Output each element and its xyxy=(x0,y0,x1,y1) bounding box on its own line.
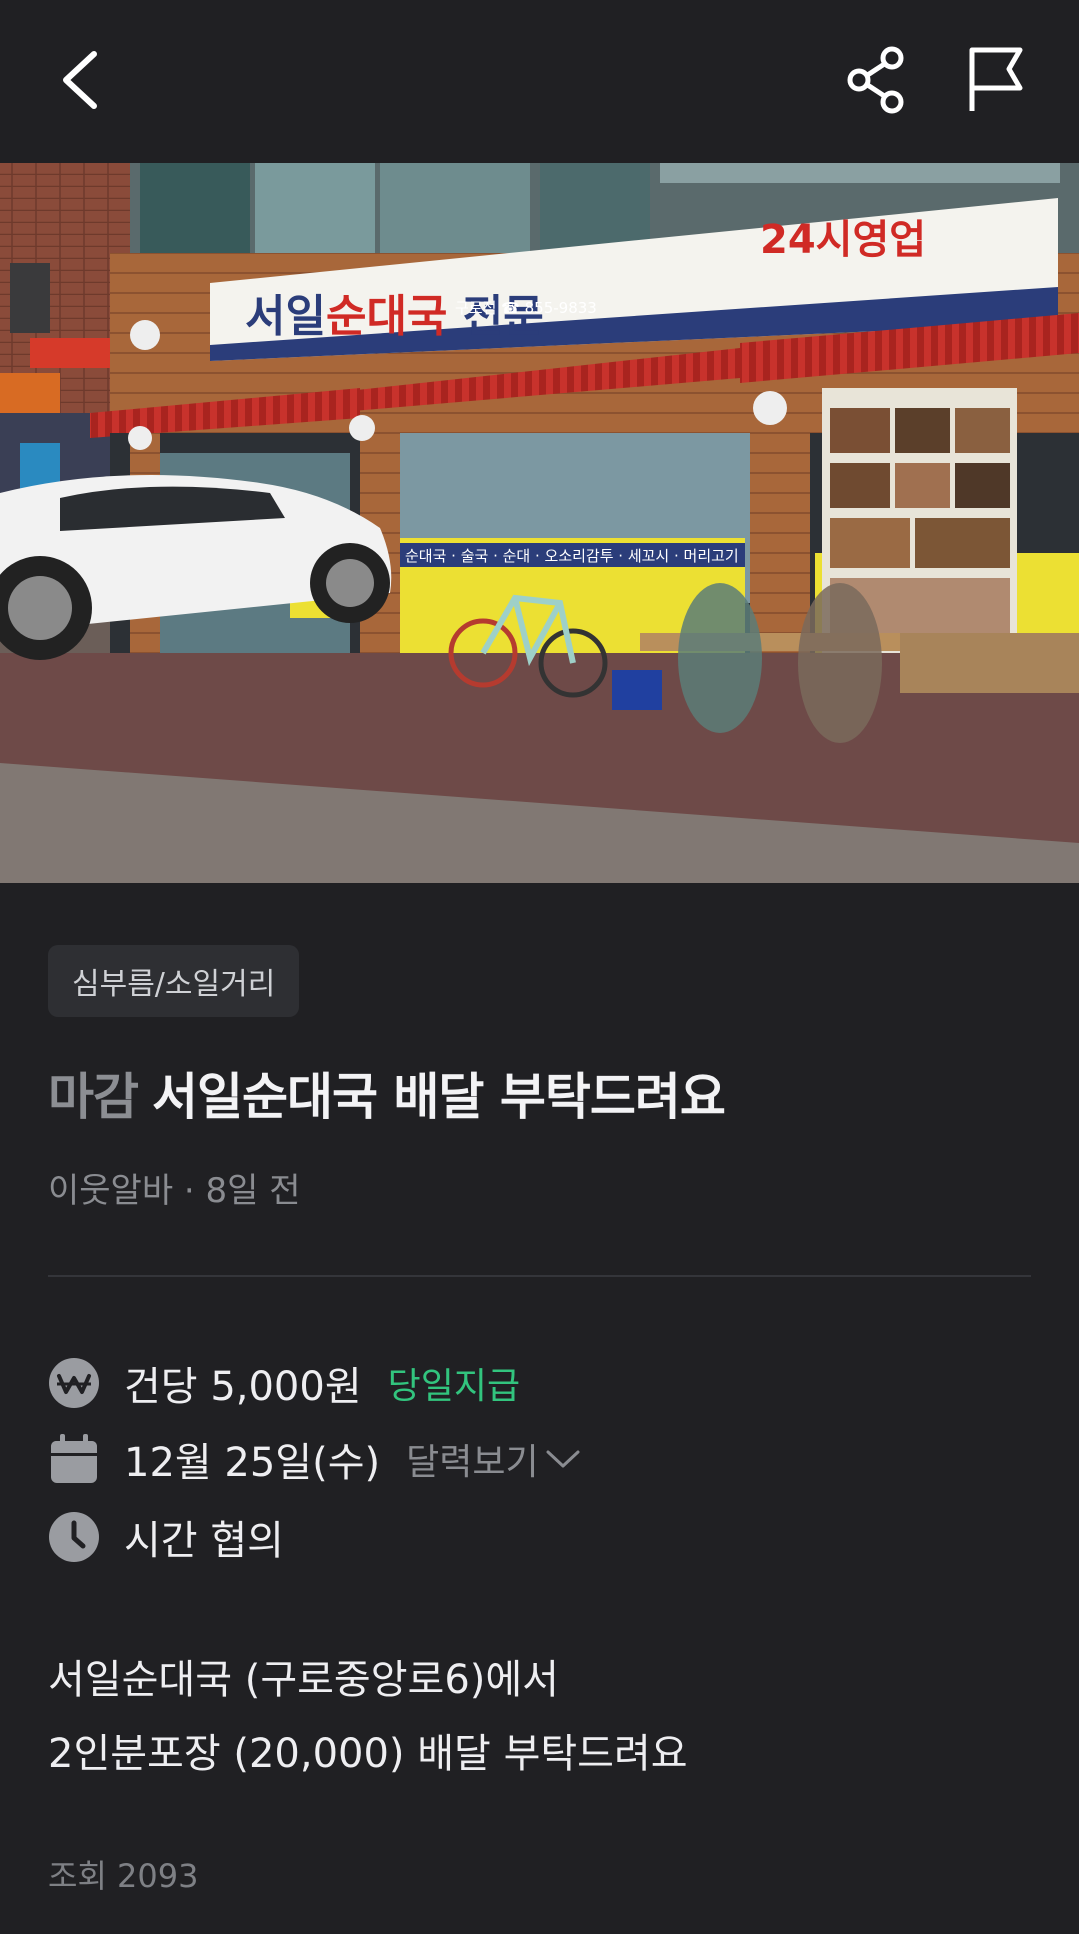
post-meta: 이웃알바 · 8일 전 xyxy=(48,1171,301,1211)
won-icon xyxy=(48,1357,100,1409)
description-line: 2인분포장 (20,000) 배달 부탁드려요 xyxy=(48,1731,688,1777)
work-time: 시간 협의 xyxy=(124,1518,284,1564)
svg-text:24시영업: 24시영업 xyxy=(760,217,926,263)
post-title: 마감 서일순대국 배달 부탁드려요 xyxy=(48,1057,726,1129)
report-button[interactable] xyxy=(956,40,1036,120)
chevron-down-icon xyxy=(546,1450,580,1468)
svg-text:순대국 · 술국 · 순대 · 오소리감투 · 세꼬시 ·: 순대국 · 술국 · 순대 · 오소리감투 · 세꼬시 · 머리고기 xyxy=(405,547,739,565)
clock-icon xyxy=(48,1511,100,1563)
post-image-carousel[interactable]: 서일순대국 전문 24시영업 구로점 ☎ 855-9833 순대국 · 술국 ·… xyxy=(0,163,1079,883)
top-app-bar xyxy=(0,0,1079,163)
work-date: 12월 25일(수) xyxy=(124,1440,381,1486)
post-title-text: 서일순대국 배달 부탁드려요 xyxy=(152,1068,726,1126)
description-line: 서일순대국 (구로중앙로6)에서 xyxy=(48,1657,559,1703)
category-tag[interactable]: 심부름/소일거리 xyxy=(48,945,300,1017)
calendar-view-label: 달력보기 xyxy=(406,1442,539,1483)
share-icon xyxy=(847,46,904,114)
pay-amount: 건당 5,000원 xyxy=(124,1364,362,1410)
pay-badge: 당일지급 xyxy=(387,1366,521,1407)
post-description: 서일순대국 (구로중앙로6)에서 2인분포장 (20,000) 배달 부탁드려요 xyxy=(48,1643,688,1791)
time-row: 시간 협의 xyxy=(48,1507,284,1567)
calendar-view-button[interactable]: 달력보기 xyxy=(406,1433,580,1485)
status-label: 마감 xyxy=(48,1068,139,1126)
date-row: 12월 25일(수) 달력보기 xyxy=(48,1429,581,1489)
share-button[interactable] xyxy=(836,40,916,120)
pay-row: 건당 5,000원 당일지급 xyxy=(48,1353,520,1413)
view-count: 조회 2093 xyxy=(48,1857,199,1895)
svg-text:구로점 ☎ 855-9833: 구로점 ☎ 855-9833 xyxy=(455,299,597,317)
divider xyxy=(48,1275,1031,1277)
chevron-left-icon xyxy=(63,51,97,109)
flag-icon xyxy=(969,47,1023,111)
calendar-icon xyxy=(48,1433,100,1485)
back-button[interactable] xyxy=(40,40,120,120)
restaurant-storefront-image: 서일순대국 전문 24시영업 구로점 ☎ 855-9833 순대국 · 술국 ·… xyxy=(0,163,1079,883)
